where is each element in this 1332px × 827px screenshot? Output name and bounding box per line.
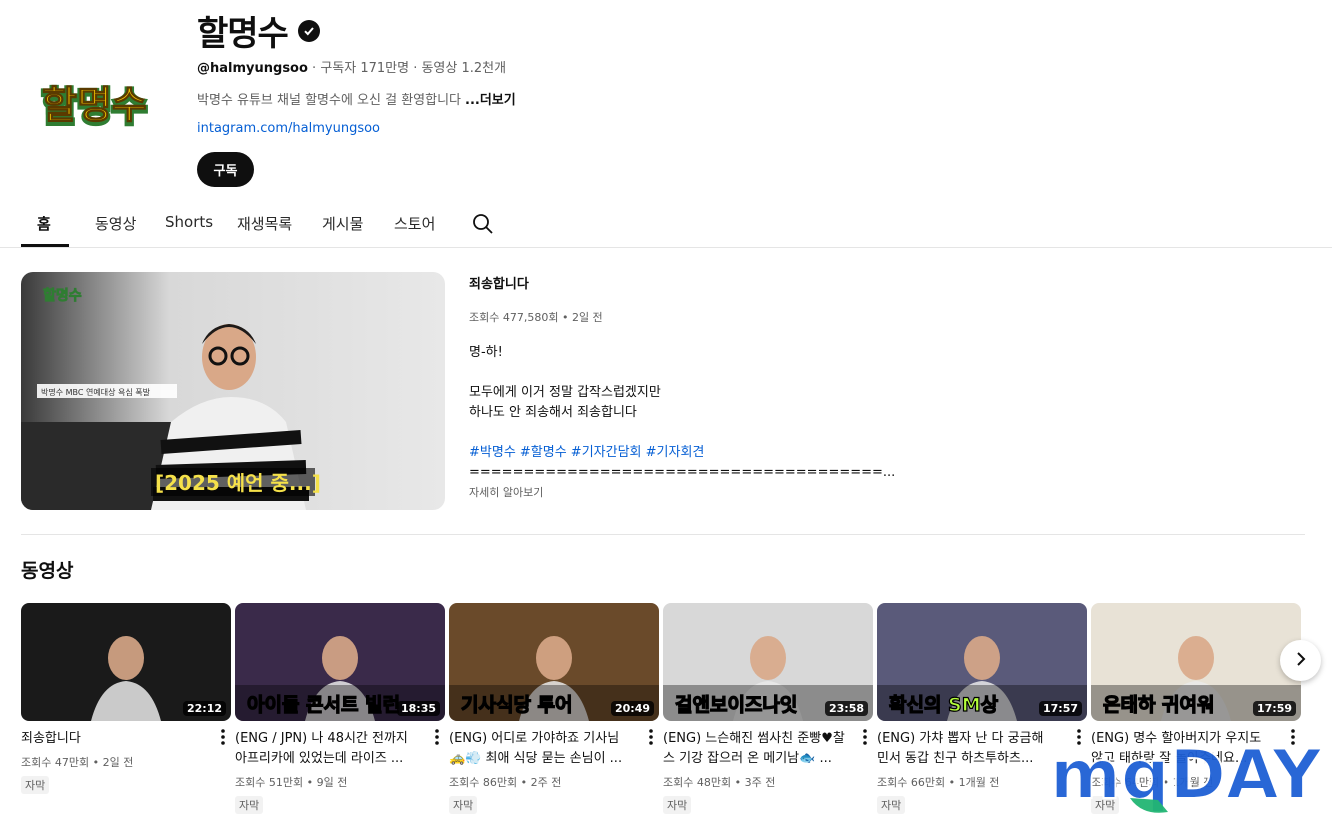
watermark-logo: mqDAY xyxy=(1046,728,1326,820)
video-duration: 20:49 xyxy=(610,701,654,716)
channel-name: 할명수 xyxy=(197,6,320,55)
caption-badge: 자막 xyxy=(21,776,50,794)
featured-thumb-caption: [2025 예언 중...] xyxy=(155,471,321,495)
channel-description[interactable]: 박명수 유튜브 채널 할명수에 오신 걸 환영합니다 ...더보기 xyxy=(197,89,516,108)
search-icon[interactable] xyxy=(471,212,495,236)
featured-desc-line xyxy=(469,423,895,443)
video-card[interactable]: 기사식당 투어 20:49 (ENG) 어디로 가야하죠 기사님 🚕💨 최애 식당… xyxy=(449,603,659,814)
featured-thumb-logo: 할명수 xyxy=(43,287,82,304)
caption-badge: 자막 xyxy=(663,796,692,814)
video-thumbnail[interactable]: 기사식당 투어 20:49 xyxy=(449,603,659,721)
video-title[interactable]: (ENG / JPN) 나 48시간 전까지아프리카에 있었는데 라이즈 ... xyxy=(235,729,445,769)
featured-desc-line: 명-하! xyxy=(469,345,503,360)
featured-desc-line: ======================================..… xyxy=(469,465,896,480)
tab-store[interactable]: 스토어 xyxy=(394,213,435,234)
video-title-line: 스 기강 잡으러 온 메기남🐟 ... xyxy=(663,751,832,766)
video-title-line: (ENG) 가챠 뽑자 난 다 궁금해 xyxy=(877,731,1044,746)
video-thumbnail[interactable]: 확신의 SM상 17:57 xyxy=(877,603,1087,721)
channel-tabs: 홈 동영상 Shorts 재생목록 게시물 스토어 xyxy=(0,200,1332,248)
video-thumb-overlay: 확신의 SM상 xyxy=(889,693,999,716)
video-thumb-overlay: 걸앤보이즈나잇 xyxy=(675,694,797,716)
channel-logo[interactable]: 할명수 할명수 xyxy=(40,80,168,132)
caption-badge: 자막 xyxy=(877,796,906,814)
video-card[interactable]: 걸앤보이즈나잇 23:58 (ENG) 느슨해진 썸사친 준빵♥찰스 기강 잡으… xyxy=(663,603,873,814)
tab-playlists[interactable]: 재생목록 xyxy=(237,213,292,234)
video-title-line: 아프리카에 있었는데 라이즈 ... xyxy=(235,751,404,766)
featured-video-description: 명-하! 모두에게 이거 정말 갑작스럽겠지만 하나도 안 죄송해서 죄송합니다… xyxy=(469,343,895,483)
more-vert-icon[interactable] xyxy=(429,727,445,747)
video-title[interactable]: 죄송합니다 xyxy=(21,729,231,749)
tab-active-indicator xyxy=(21,244,69,247)
video-title-line: 민서 동갑 친구 하츠투하츠... xyxy=(877,751,1034,766)
featured-hashtags[interactable]: #박명수 #할명수 #기자간담회 #기자회견 xyxy=(469,443,895,463)
caption-badge: 자막 xyxy=(235,796,264,814)
channel-stats: · 구독자 171만명 · 동영상 1.2천개 xyxy=(307,61,507,76)
logo-text: 할명수 xyxy=(42,83,147,127)
video-thumb-overlay: 은태하 귀여워 xyxy=(1103,694,1215,716)
video-thumbnail[interactable]: 22:12 xyxy=(21,603,231,721)
more-vert-icon[interactable] xyxy=(857,727,873,747)
video-meta: 조회수 47만회 • 2일 전 xyxy=(21,756,134,769)
verified-icon xyxy=(297,19,320,42)
video-duration: 17:57 xyxy=(1038,701,1082,716)
video-title-line: (ENG) 어디로 가야하죠 기사님 xyxy=(449,731,620,746)
video-duration: 23:58 xyxy=(824,701,868,716)
more-vert-icon[interactable] xyxy=(215,727,231,747)
video-duration: 18:35 xyxy=(396,701,440,716)
video-thumbnail[interactable]: 은태하 귀여워 17:59 xyxy=(1091,603,1301,721)
tab-home[interactable]: 홈 xyxy=(37,213,51,234)
video-meta: 조회수 86만회 • 2주 전 xyxy=(449,776,562,789)
video-thumb-overlay: 아이돌 콘서트 빌런 xyxy=(247,694,400,716)
video-thumbnail[interactable]: 아이돌 콘서트 빌런 18:35 xyxy=(235,603,445,721)
more-vert-icon[interactable] xyxy=(643,727,659,747)
featured-desc-line: 모두에게 이거 정말 갑작스럽겠지만 xyxy=(469,385,661,400)
tab-shorts[interactable]: Shorts xyxy=(165,213,213,231)
featured-video-meta: 조회수 477,580회 • 2일 전 xyxy=(469,311,603,324)
featured-video-thumbnail[interactable]: 할명수 박명수 MBC 연예대상 욕심 폭발 [2025 예언 중...] xyxy=(21,272,445,510)
shelf-next-button[interactable] xyxy=(1280,640,1321,681)
video-title-line: (ENG / JPN) 나 48시간 전까지 xyxy=(235,731,408,746)
channel-name-text: 할명수 xyxy=(197,14,289,54)
video-meta: 조회수 48만회 • 3주 전 xyxy=(663,776,776,789)
video-card[interactable]: 22:12 죄송합니다 조회수 47만회 • 2일 전 자막 xyxy=(21,603,231,794)
video-thumbnail[interactable]: 걸앤보이즈나잇 23:58 xyxy=(663,603,873,721)
more-button[interactable]: ...더보기 xyxy=(465,93,516,108)
video-title-line: 죄송합니다 xyxy=(21,731,81,746)
featured-desc-line xyxy=(469,363,895,383)
video-title[interactable]: (ENG) 어디로 가야하죠 기사님 🚕💨 최애 식당 묻는 손님이 ... xyxy=(449,729,659,769)
caption-badge: 자막 xyxy=(449,796,478,814)
featured-thumb-lower-third: 박명수 MBC 연예대상 욕심 폭발 xyxy=(41,387,151,397)
featured-desc-line: 하나도 안 죄송해서 죄송합니다 xyxy=(469,405,637,420)
video-duration: 17:59 xyxy=(1252,701,1296,716)
featured-video-title[interactable]: 죄송합니다 xyxy=(469,273,529,292)
video-card[interactable]: 아이돌 콘서트 빌런 18:35 (ENG / JPN) 나 48시간 전까지아… xyxy=(235,603,445,814)
section-divider xyxy=(21,534,1305,535)
channel-meta: @halmyungsoo · 구독자 171만명 · 동영상 1.2천개 xyxy=(197,57,506,76)
video-meta: 조회수 51만회 • 9일 전 xyxy=(235,776,348,789)
video-thumb-overlay: 기사식당 투어 xyxy=(461,694,573,716)
watermark-text: mqDAY xyxy=(1050,736,1322,815)
shelf-title[interactable]: 동영상 xyxy=(21,556,73,583)
video-duration: 22:12 xyxy=(182,701,226,716)
tab-posts[interactable]: 게시물 xyxy=(322,213,363,234)
featured-more-link[interactable]: 자세히 알아보기 xyxy=(469,484,543,500)
video-title[interactable]: (ENG) 느슨해진 썸사친 준빵♥찰스 기강 잡으러 온 메기남🐟 ... xyxy=(663,729,873,769)
chevron-right-icon xyxy=(1293,651,1309,670)
video-title-line: (ENG) 느슨해진 썸사친 준빵♥찰 xyxy=(663,731,845,746)
channel-link[interactable]: intagram.com/halmyungsoo xyxy=(197,121,380,136)
tab-videos[interactable]: 동영상 xyxy=(95,213,136,234)
channel-description-text: 박명수 유튜브 채널 할명수에 오신 걸 환영합니다 xyxy=(197,93,461,108)
channel-handle: @halmyungsoo xyxy=(197,61,308,76)
subscribe-button[interactable]: 구독 xyxy=(197,152,254,187)
video-title-line: 🚕💨 최애 식당 묻는 손님이 ... xyxy=(449,751,623,766)
